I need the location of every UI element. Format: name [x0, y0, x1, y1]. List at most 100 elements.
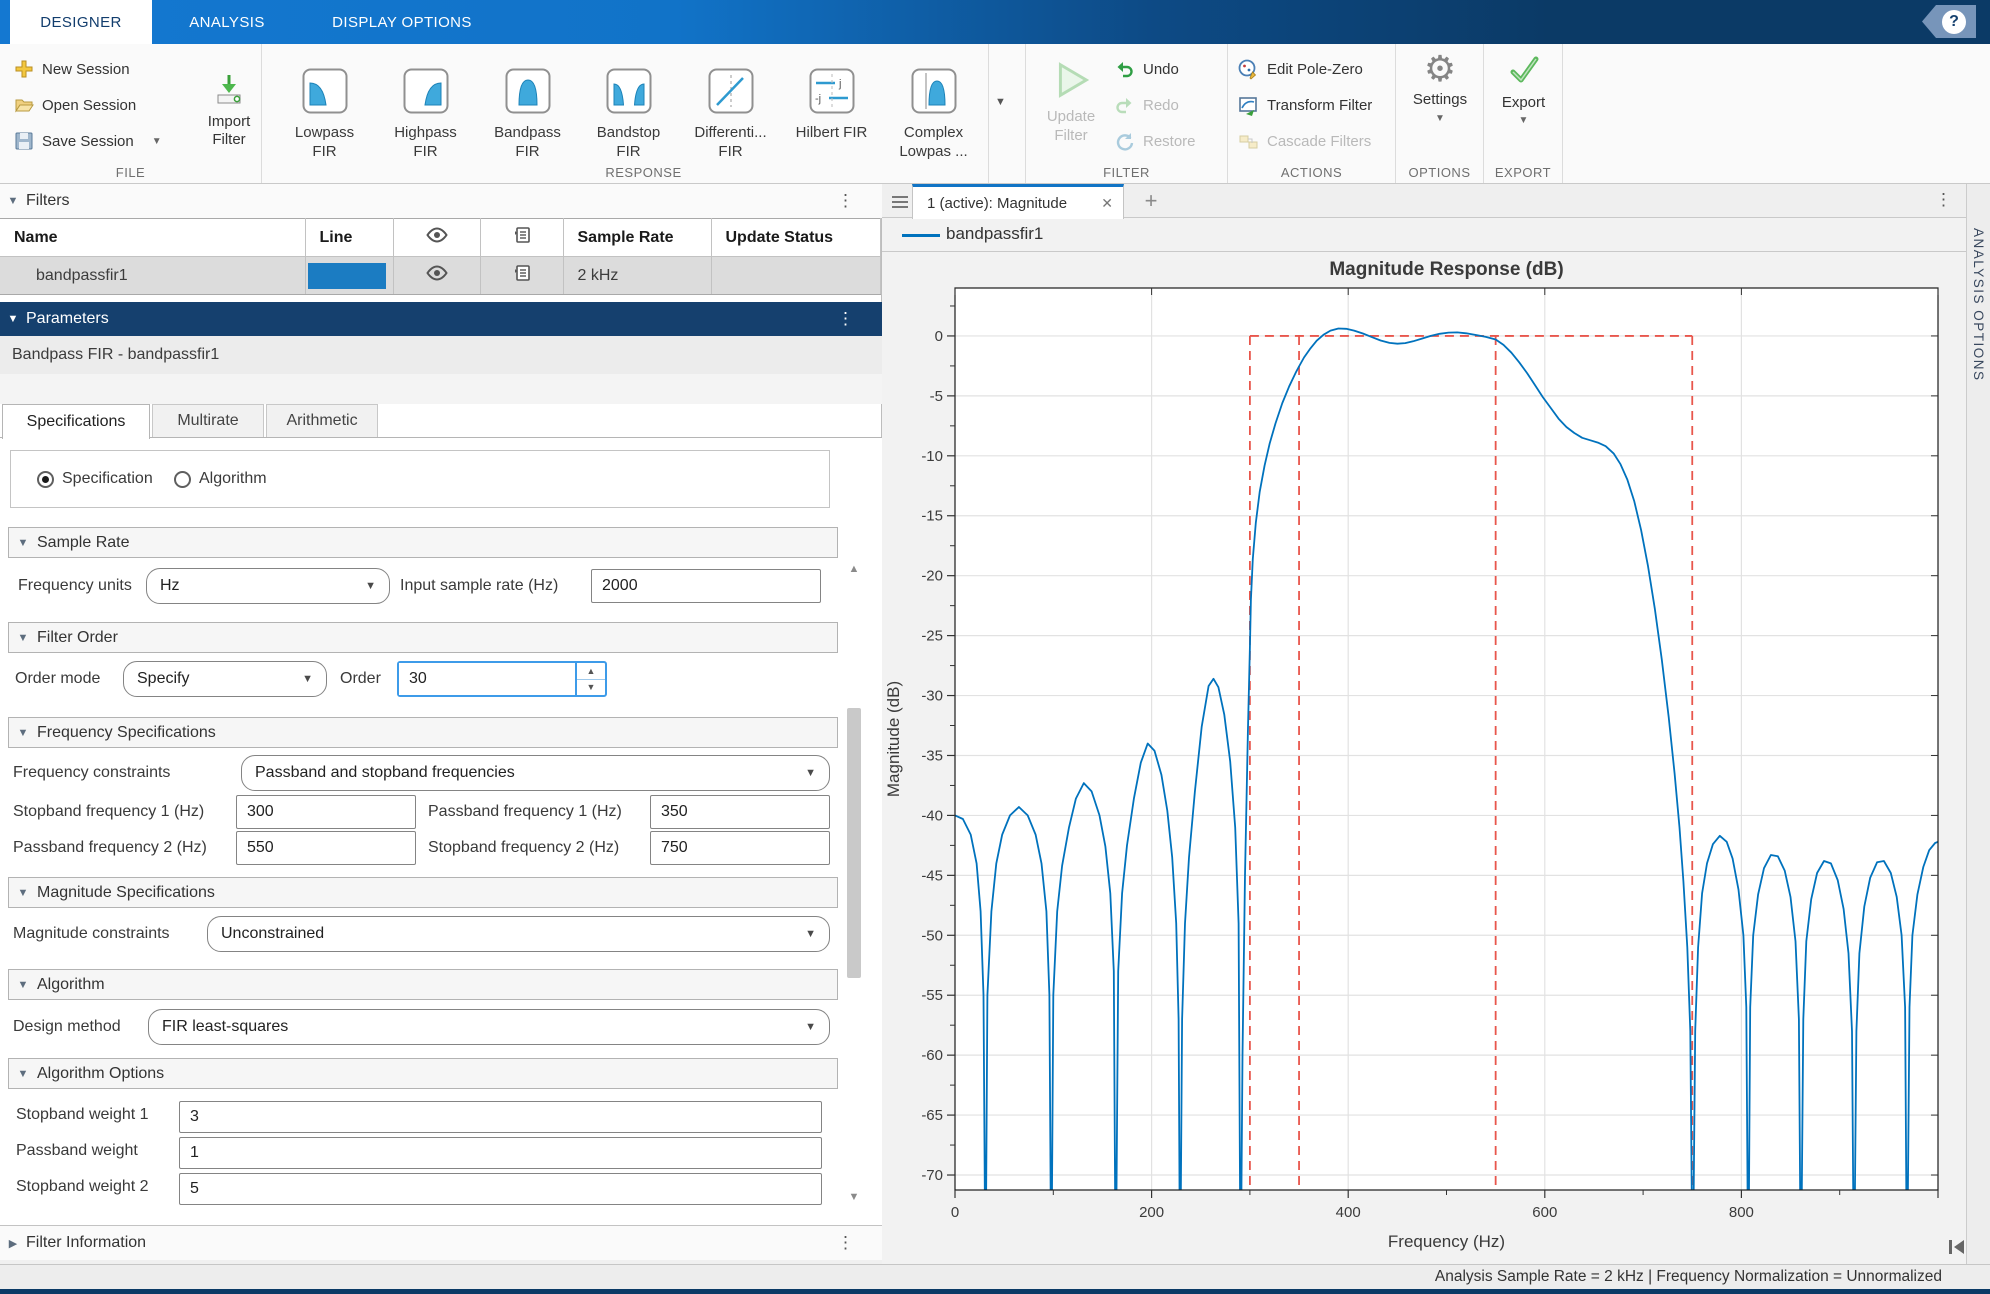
filter-info-cell[interactable]	[480, 257, 563, 295]
filter-information-menu-icon[interactable]: ⋮	[837, 1236, 854, 1250]
edit-pole-zero-button[interactable]: Edit Pole-Zero	[1238, 56, 1363, 82]
stopband-frequency-1-label: Stopband frequency 1 (Hz)	[13, 794, 204, 830]
bandpass-fir-button[interactable]: Bandpass FIR	[477, 52, 578, 176]
plot-tabstrip-menu-icon[interactable]: ⋮	[1935, 193, 1952, 207]
differentiator-fir-button[interactable]: Differenti... FIR	[680, 52, 781, 176]
radio-specification[interactable]: Specification	[37, 470, 153, 488]
new-session-button[interactable]: New Session	[14, 56, 130, 82]
specifications-content: Specification Algorithm ▼ Sample Rate Fr…	[0, 438, 882, 1225]
order-field[interactable]	[399, 663, 575, 695]
section-sample-rate[interactable]: ▼ Sample Rate	[8, 527, 838, 558]
filter-table-row[interactable]: bandpassfir1 2 kHz	[0, 257, 880, 295]
tab-arithmetic[interactable]: Arithmetic	[266, 404, 378, 438]
export-button[interactable]: Export ▼	[1489, 52, 1558, 126]
column-header-update-status: Update Status	[711, 219, 880, 257]
filter-visibility-cell[interactable]	[393, 257, 480, 295]
input-sample-rate-field[interactable]	[591, 569, 821, 603]
passband-frequency-1-label: Passband frequency 1 (Hz)	[428, 794, 622, 830]
settings-button[interactable]: ⚙ Settings ▼	[1403, 48, 1477, 124]
frequency-units-combo[interactable]: Hz ▼	[146, 568, 390, 604]
section-algorithm-options[interactable]: ▼ Algorithm Options	[8, 1058, 838, 1089]
stopband-weight-1-field[interactable]	[179, 1101, 822, 1133]
export-section-label: EXPORT	[1484, 165, 1562, 180]
magnitude-constraints-combo[interactable]: Unconstrained ▼	[207, 916, 830, 952]
lowpass-fir-button[interactable]: Lowpass FIR	[274, 52, 375, 176]
line-color-swatch[interactable]	[308, 263, 386, 289]
save-session-button[interactable]: Save Session ▼	[14, 128, 162, 154]
restore-button[interactable]: Restore	[1114, 128, 1196, 154]
update-filter-icon	[1051, 60, 1091, 100]
restore-icon	[1114, 131, 1135, 152]
tab-display-options[interactable]: DISPLAY OPTIONS	[302, 0, 502, 44]
report-icon[interactable]	[513, 264, 531, 282]
analysis-options-strip[interactable]: ANALYSIS OPTIONS	[1966, 184, 1990, 1264]
open-session-icon	[14, 95, 34, 115]
save-session-caret-icon[interactable]: ▼	[152, 136, 162, 147]
toolstrip-section-file: New Session Open Session Save Session ▼ …	[0, 44, 262, 183]
redo-button[interactable]: Redo	[1114, 92, 1179, 118]
eye-icon[interactable]	[425, 265, 449, 281]
close-icon[interactable]: ✕	[1101, 195, 1113, 212]
filter-name-cell[interactable]: bandpassfir1	[0, 257, 305, 295]
design-method-combo[interactable]: FIR least-squares ▼	[148, 1009, 830, 1045]
spinner-down-button[interactable]: ▼	[577, 680, 605, 696]
scrollbar-up-button[interactable]: ▲	[845, 560, 863, 578]
transform-filter-button[interactable]: Transform Filter	[1238, 92, 1372, 118]
svg-text:0: 0	[951, 1204, 959, 1221]
scrollbar-thumb[interactable]	[847, 708, 861, 978]
order-mode-combo[interactable]: Specify ▼	[123, 661, 327, 697]
passband-frequency-1-field[interactable]	[650, 795, 830, 829]
plot-tab-active[interactable]: 1 (active): Magnitude ✕	[912, 184, 1124, 219]
tab-designer[interactable]: DESIGNER	[10, 0, 152, 44]
dock-panel-icon[interactable]	[1946, 1238, 1968, 1256]
frequency-constraints-combo[interactable]: Passband and stopband frequencies ▼	[241, 755, 830, 791]
filter-line-cell[interactable]	[305, 257, 393, 295]
stopband-weight-1-label: Stopband weight 1	[16, 1099, 149, 1131]
stopband-frequency-2-field[interactable]	[650, 831, 830, 865]
scrollbar-down-button[interactable]: ▼	[845, 1188, 863, 1206]
order-label: Order	[340, 661, 381, 697]
parameters-menu-icon[interactable]: ⋮	[837, 312, 854, 326]
section-frequency-specifications[interactable]: ▼ Frequency Specifications	[8, 717, 838, 748]
tab-analysis[interactable]: ANALYSIS	[152, 0, 302, 44]
update-filter-label: Update	[1038, 107, 1104, 126]
transform-filter-label: Transform Filter	[1267, 97, 1372, 114]
svg-text:-j: -j	[815, 93, 821, 105]
filters-panel-header[interactable]: ▼ Filters ⋮	[0, 184, 882, 218]
spinner-up-button[interactable]: ▲	[577, 663, 605, 680]
tab-multirate[interactable]: Multirate	[152, 404, 264, 438]
tab-specifications[interactable]: Specifications	[2, 404, 150, 439]
section-magnitude-specifications[interactable]: ▼ Magnitude Specifications	[8, 877, 838, 908]
toolstrip-section-export: Export ▼ EXPORT	[1484, 44, 1563, 183]
import-filter-button[interactable]: Import Filter	[203, 72, 255, 149]
highpass-fir-button[interactable]: Highpass FIR	[375, 52, 476, 176]
passband-frequency-2-field[interactable]	[236, 831, 416, 865]
parameters-panel-header[interactable]: ▼ Parameters ⋮	[0, 302, 882, 336]
magnitude-response-chart[interactable]: 02004006008000-5-10-15-20-25-30-35-40-45…	[882, 252, 1966, 1264]
hilbert-fir-button[interactable]: j-j Hilbert FIR	[781, 52, 882, 176]
bandstop-fir-button[interactable]: Bandstop FIR	[578, 52, 679, 176]
section-filter-order[interactable]: ▼ Filter Order	[8, 622, 838, 653]
filters-menu-icon[interactable]: ⋮	[837, 194, 854, 208]
radio-algorithm[interactable]: Algorithm	[174, 470, 267, 488]
cascade-filters-button[interactable]: Cascade Filters	[1238, 128, 1371, 154]
stopband-weight-2-field[interactable]	[179, 1173, 822, 1205]
response-overflow-button[interactable]: ▼	[995, 96, 1006, 108]
open-session-button[interactable]: Open Session	[14, 92, 136, 118]
section-algorithm[interactable]: ▼ Algorithm	[8, 969, 838, 1000]
svg-text:600: 600	[1532, 1204, 1557, 1221]
stopband-frequency-1-field[interactable]	[236, 795, 416, 829]
highpass-fir-label2: FIR	[375, 142, 476, 161]
update-filter-button[interactable]: Update Filter	[1038, 52, 1104, 145]
svg-text:Magnitude Response (dB): Magnitude Response (dB)	[1329, 259, 1563, 280]
passband-weight-field[interactable]	[179, 1137, 822, 1169]
svg-text:-40: -40	[921, 807, 943, 824]
filter-information-header[interactable]: ▶ Filter Information ⋮	[0, 1225, 882, 1260]
radio-selected-icon	[37, 471, 54, 488]
svg-text:-35: -35	[921, 747, 943, 764]
tab-list-icon[interactable]	[892, 193, 908, 209]
help-button[interactable]: ?	[1922, 5, 1976, 38]
complex-lowpass-fir-button[interactable]: Complex Lowpas ...	[883, 52, 984, 176]
undo-button[interactable]: Undo	[1114, 56, 1179, 82]
add-tab-button[interactable]: +	[1134, 186, 1168, 216]
